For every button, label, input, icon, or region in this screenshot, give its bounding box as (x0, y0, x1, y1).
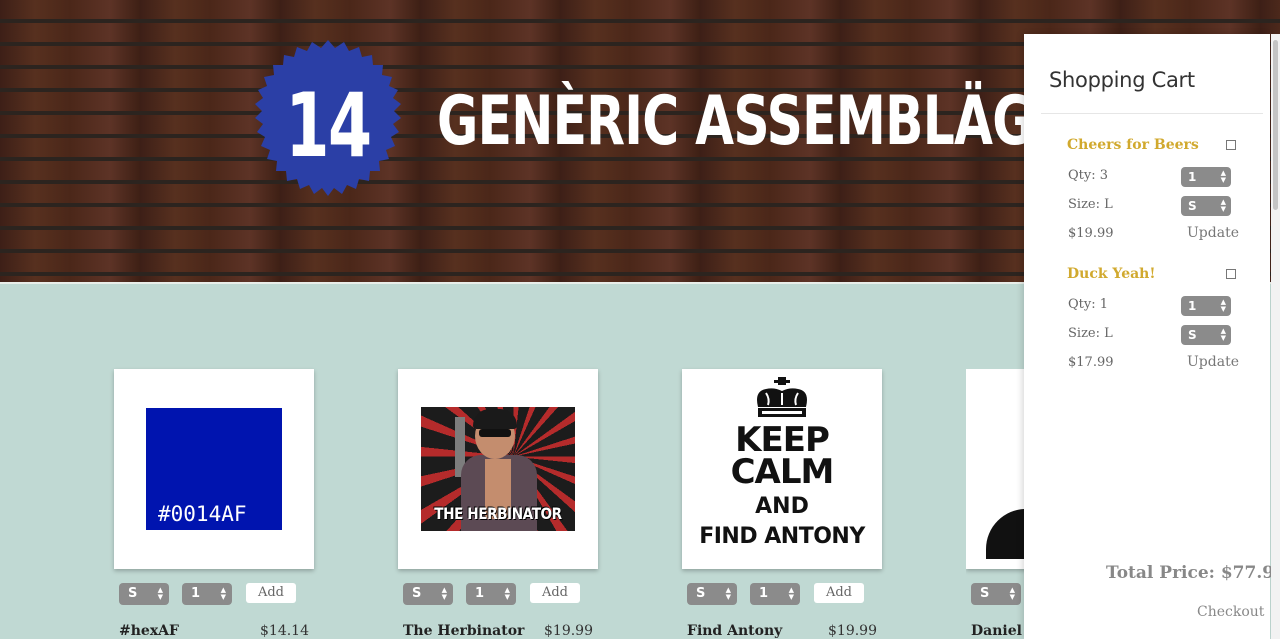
cart-title: Shopping Cart (1049, 68, 1195, 92)
cart-item-price: $19.99 (1068, 226, 1114, 241)
product-name[interactable]: The Herbinator (403, 623, 524, 639)
qty-select-value: 1 (1188, 170, 1197, 184)
logo-badge: 14 (243, 40, 413, 210)
cart-size-select[interactable]: S ▲ ▼ (1181, 196, 1231, 216)
product-image[interactable]: KEEP CALM AND FIND ANTONY (682, 369, 882, 569)
artwork-line: AND (755, 494, 809, 519)
artwork-caption: THE HERBINATOR (434, 504, 562, 523)
qty-select[interactable]: 1 ▲ ▼ (466, 583, 516, 605)
artwork-line: FIND ANTONY (699, 524, 865, 549)
qty-select-value: 1 (759, 586, 769, 601)
product-image[interactable]: THE HERBINATOR (398, 369, 598, 569)
select-arrows-icon: ▲ ▼ (1009, 586, 1015, 601)
cart-qty-select[interactable]: 1 ▲ ▼ (1181, 296, 1231, 316)
select-arrows-icon: ▲ ▼ (1220, 198, 1226, 213)
cart-item-qty: Qty: 1 (1068, 297, 1109, 312)
color-swatch: #0014AF (146, 408, 282, 530)
cart-item-name[interactable]: Cheers for Beers (1067, 137, 1199, 153)
product-price: $14.14 (260, 623, 309, 639)
select-arrows-icon: ▲ ▼ (725, 586, 731, 601)
total-price: Total Price: $77.96 (1106, 563, 1280, 583)
cart-item-price: $17.99 (1068, 355, 1114, 370)
swatch-label: #0014AF (158, 502, 247, 526)
update-item-button[interactable]: Update (1187, 225, 1239, 241)
size-select-value: S (696, 586, 706, 601)
product-name[interactable]: Daniel J (971, 623, 1024, 635)
update-item-button[interactable]: Update (1187, 354, 1239, 370)
cart-size-select[interactable]: S ▲ ▼ (1181, 325, 1231, 345)
scrollbar[interactable] (1271, 34, 1280, 639)
add-to-cart-button[interactable]: Add (530, 583, 580, 603)
size-select[interactable]: S ▲ ▼ (119, 583, 169, 605)
crown-icon (757, 377, 807, 417)
checkout-button[interactable]: Checkout (1197, 604, 1264, 620)
size-select-value: S (1188, 328, 1197, 342)
add-to-cart-button[interactable]: Add (246, 583, 296, 603)
size-select-value: S (412, 586, 422, 601)
size-select-value: S (980, 586, 990, 601)
qty-select[interactable]: 1 ▲ ▼ (182, 583, 232, 605)
product-image[interactable] (966, 369, 1024, 569)
select-arrows-icon: ▲ ▼ (157, 586, 163, 601)
product-name[interactable]: #hexAF (119, 623, 179, 639)
product-price: $19.99 (544, 623, 593, 639)
size-select-value: S (128, 586, 138, 601)
herbinator-artwork: THE HERBINATOR (421, 407, 575, 531)
product-card: THE HERBINATOR S ▲ ▼ 1 ▲ ▼ Add The Herbina… (398, 369, 598, 639)
select-arrows-icon: ▲ ▼ (1220, 327, 1226, 342)
cart-qty-select[interactable]: 1 ▲ ▼ (1181, 167, 1231, 187)
select-arrows-icon: ▲ ▼ (1220, 169, 1226, 184)
product-price: $19.99 (828, 623, 877, 639)
keep-calm-artwork: KEEP CALM AND FIND ANTONY (682, 369, 882, 569)
remove-item-checkbox[interactable] (1226, 269, 1236, 279)
brand-title: GENÈRIC ASSEMBLÄGE (437, 82, 1067, 161)
size-select[interactable]: S ▲ ▼ (971, 583, 1021, 605)
size-select[interactable]: S ▲ ▼ (687, 583, 737, 605)
product-card: S ▲▼ Daniel J (966, 369, 1024, 635)
artwork-line: CALM (730, 452, 835, 492)
product-grid: #0014AF S ▲ ▼ 1 ▲ ▼ Add #hexAF $14.14 TH… (0, 286, 1024, 639)
cart-item: Duck Yeah! Qty: 1 1 ▲ ▼ Size: L S ▲ ▼ $17.… (1024, 266, 1270, 386)
cart-item-size: Size: L (1068, 197, 1113, 212)
select-arrows-icon: ▲ ▼ (220, 586, 226, 601)
select-arrows-icon: ▲ ▼ (504, 586, 510, 601)
qty-select-value: 1 (191, 586, 201, 601)
add-to-cart-button[interactable]: Add (814, 583, 864, 603)
select-arrows-icon: ▲ ▼ (441, 586, 447, 601)
scrollbar-thumb[interactable] (1273, 40, 1278, 210)
product-image[interactable]: #0014AF (114, 369, 314, 569)
size-select[interactable]: S ▲ ▼ (403, 583, 453, 605)
qty-select-value: 1 (1188, 299, 1197, 313)
size-select-value: S (1188, 199, 1197, 213)
cart-item-name[interactable]: Duck Yeah! (1067, 266, 1156, 282)
select-arrows-icon: ▲ ▼ (1220, 298, 1226, 313)
product-card: #0014AF S ▲ ▼ 1 ▲ ▼ Add #hexAF $14.14 (114, 369, 314, 639)
artwork-shape (986, 509, 1024, 559)
shopping-cart-panel: Shopping Cart Cheers for Beers Qty: 3 1 … (1024, 34, 1280, 639)
qty-select-value: 1 (475, 586, 485, 601)
product-name[interactable]: Find Antony (687, 623, 782, 639)
cart-item-qty: Qty: 3 (1068, 168, 1109, 183)
product-card: KEEP CALM AND FIND ANTONY S ▲ ▼ 1 ▲ ▼ Add … (682, 369, 882, 639)
remove-item-checkbox[interactable] (1226, 140, 1236, 150)
qty-select[interactable]: 1 ▲ ▼ (750, 583, 800, 605)
select-arrows-icon: ▲ ▼ (788, 586, 794, 601)
badge-number: 14 (285, 73, 372, 177)
divider (1041, 113, 1263, 114)
cart-item-size: Size: L (1068, 326, 1113, 341)
cart-item: Cheers for Beers Qty: 3 1 ▲ ▼ Size: L S ▲… (1024, 137, 1270, 257)
